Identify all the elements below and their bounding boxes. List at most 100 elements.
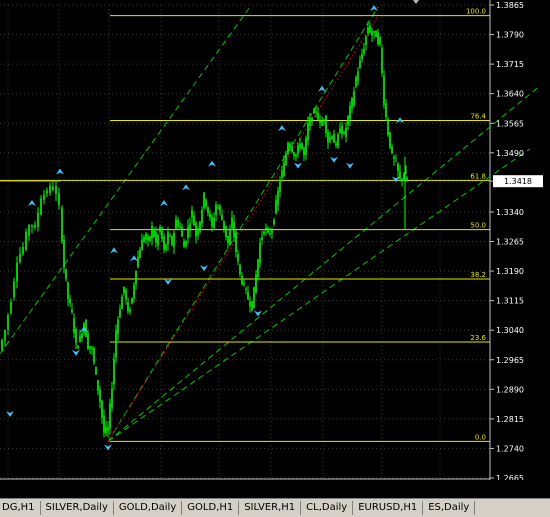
candle-body <box>113 358 115 385</box>
fractal-down-arrow-icon <box>200 265 208 272</box>
candle-body <box>115 330 117 358</box>
chart-grid <box>0 0 491 480</box>
price-label: 1.3490 <box>496 149 524 158</box>
fractal-down-arrow-icon <box>6 410 14 417</box>
chart-tab[interactable]: SILVER,H1 <box>239 501 302 515</box>
price-axis: 1.3865 1.3790 1.3715 1.3640 1.3565 1.3490 1.34… <box>490 1 543 480</box>
candle-body <box>165 244 167 251</box>
candle-body <box>397 162 399 172</box>
chart-tab[interactable]: SILVER,Daily <box>41 501 114 515</box>
candle-body <box>109 403 111 429</box>
chart-tabs-bar[interactable]: DG,H1 SILVER,Daily GOLD,Daily GOLD,H1 SILVER… <box>0 498 550 517</box>
candle-body <box>63 239 65 268</box>
channel-upper-line <box>107 6 379 442</box>
candle-body <box>381 48 383 74</box>
channel-mid-line <box>107 85 541 442</box>
candle-body <box>1 339 3 350</box>
candle-body <box>135 270 137 285</box>
candle-body <box>7 315 9 330</box>
candle-body <box>339 128 341 134</box>
fractal-down-arrow-icon <box>294 162 302 169</box>
candle-body <box>139 249 141 259</box>
candle-body <box>271 229 273 233</box>
candle-body <box>195 222 197 237</box>
candle-body <box>373 31 375 33</box>
fractal-up-arrow-icon <box>182 184 190 191</box>
candle-body <box>229 230 231 245</box>
candle-body <box>151 225 153 239</box>
chart-tab[interactable]: DG,H1 <box>0 501 41 515</box>
candle-body <box>207 207 209 214</box>
fractal-up-arrow-icon <box>160 200 168 207</box>
candle-body <box>399 171 401 179</box>
candle-body <box>119 309 121 318</box>
candle-body <box>137 256 139 268</box>
candle-body <box>173 232 175 248</box>
chart-tab[interactable]: GOLD,H1 <box>182 501 240 515</box>
candle-body <box>379 36 381 45</box>
candle-body <box>97 379 99 391</box>
candle-body <box>203 192 205 208</box>
candle-body <box>353 90 355 106</box>
candle-body <box>239 264 241 274</box>
candle-body <box>87 333 89 350</box>
candle-body <box>125 289 127 300</box>
candle-body <box>197 230 199 235</box>
candle-body <box>269 233 271 235</box>
fractal-down-arrow-icon <box>254 310 262 317</box>
candle-body <box>4 330 6 341</box>
candle-body <box>331 136 333 139</box>
candle-body <box>323 119 325 121</box>
candle-body <box>16 262 18 282</box>
candle-body <box>347 115 349 125</box>
candle-body <box>285 153 287 165</box>
candle-body <box>131 298 133 304</box>
fractal-down-arrow-icon <box>392 176 400 183</box>
chart-tab[interactable]: CL,Daily <box>301 501 354 515</box>
chart-tab[interactable]: ES,Daily <box>423 501 476 515</box>
fractal-up-arrow-icon <box>370 4 378 11</box>
candle-body <box>34 224 36 228</box>
candle-body <box>179 225 181 228</box>
candle-body <box>40 198 42 215</box>
candle-body <box>141 239 143 251</box>
candle-body <box>355 77 357 87</box>
candle-body <box>303 147 305 156</box>
candle-body <box>37 212 39 227</box>
candle-body <box>249 301 251 307</box>
chart-tab[interactable]: EURUSD,H1 <box>353 501 424 515</box>
candle-body <box>61 207 63 242</box>
fractal-up-arrow-icon <box>28 200 36 207</box>
candle-body <box>377 32 379 45</box>
candle-body <box>55 186 57 195</box>
candle-body <box>289 143 291 148</box>
fractal-up-arrow-icon <box>56 168 64 175</box>
candle-body <box>365 36 367 45</box>
candle-body <box>25 231 27 251</box>
candle-body <box>105 427 107 433</box>
candle-body <box>343 131 345 134</box>
candle-body <box>103 415 105 433</box>
candle-body <box>387 119 389 136</box>
candle-body <box>28 225 30 236</box>
candle-body <box>227 236 229 244</box>
candle-body <box>335 143 337 146</box>
fractal-down-arrow-icon <box>346 162 354 169</box>
price-chart[interactable]: 100.0 76.4 61.8 50.0 38.2 23.6 0.0 1.3865 1.379… <box>0 0 550 480</box>
chart-tab[interactable]: GOLD,Daily <box>114 501 183 515</box>
candle-body <box>287 142 289 154</box>
fractal-down-arrow-icon <box>330 156 338 163</box>
fib-level-label: 0.0 <box>475 433 486 441</box>
candle-body <box>71 309 73 313</box>
candle-body <box>357 71 359 81</box>
candle-body <box>133 284 135 299</box>
price-label: 1.3265 <box>496 238 524 247</box>
candle-body <box>406 177 408 181</box>
candle-body <box>281 170 283 178</box>
candle-body <box>155 232 157 243</box>
candle-body <box>313 109 315 114</box>
candle-body <box>257 259 259 277</box>
candle-body <box>247 291 249 300</box>
candle-body <box>89 346 91 349</box>
price-label: 1.3715 <box>496 60 524 69</box>
